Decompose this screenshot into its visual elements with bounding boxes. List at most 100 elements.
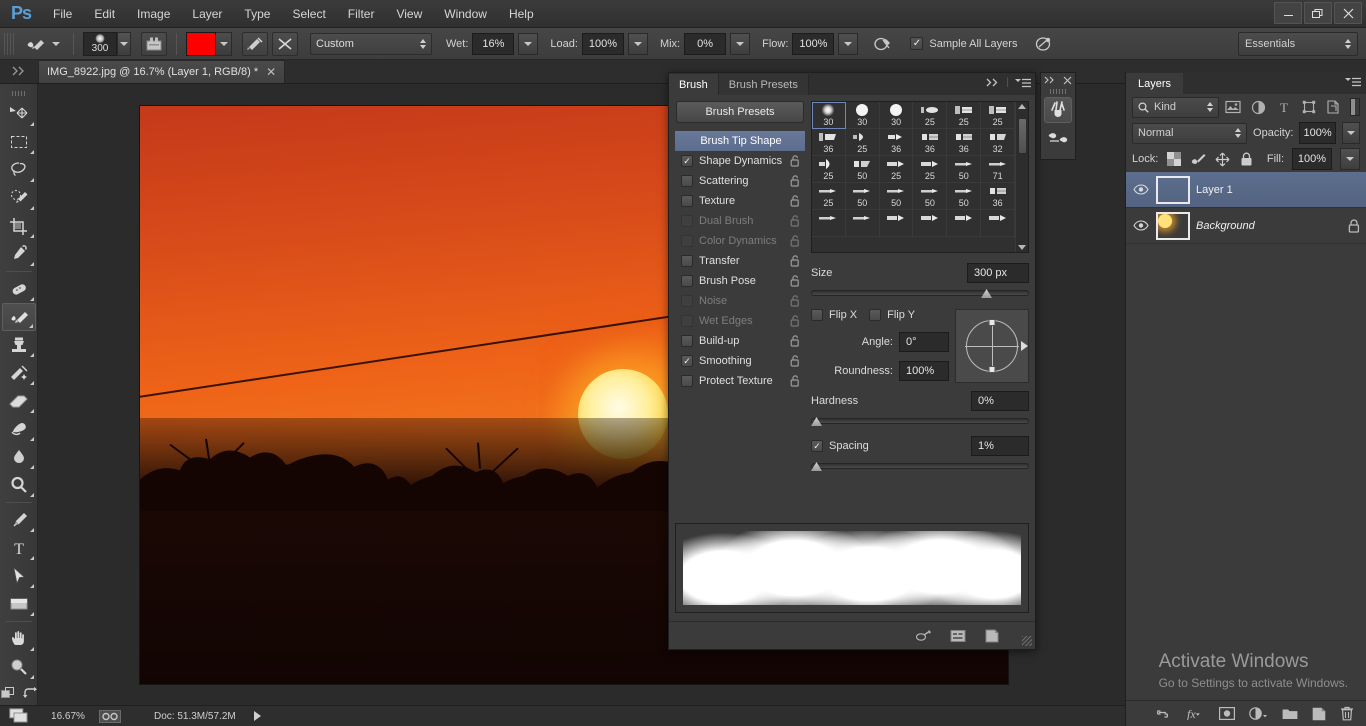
layer-style-fx-icon[interactable]: fx — [1185, 707, 1205, 720]
brush-tip-grid[interactable]: 30 30 30 25 25 25 36 25 36 36 36 32 25 5… — [812, 102, 1015, 252]
menu-image[interactable]: Image — [126, 0, 181, 28]
lock-open-icon[interactable] — [790, 295, 801, 307]
status-zoom-level[interactable]: 16.67% — [40, 711, 96, 722]
brush-tip-cell[interactable] — [913, 210, 948, 237]
sample-all-layers-checkbox[interactable]: ✓ — [910, 37, 924, 50]
mix-dropdown[interactable] — [730, 32, 751, 55]
brush-tip-cell[interactable]: 36 — [947, 129, 982, 156]
color-dynamics-checkbox[interactable] — [681, 235, 693, 247]
new-layer-icon[interactable] — [1312, 707, 1326, 721]
menu-select[interactable]: Select — [281, 0, 336, 28]
dual-brush-checkbox[interactable] — [681, 215, 693, 227]
size-slider[interactable] — [811, 287, 1029, 299]
brush-option-build-up[interactable]: Build-up — [675, 331, 805, 351]
roundness-handle-bottom[interactable] — [988, 366, 996, 373]
protect-texture-checkbox[interactable] — [681, 375, 693, 387]
document-tab[interactable]: IMG_8922.jpg @ 16.7% (Layer 1, RGB/8) * … — [38, 60, 286, 83]
brush-preview-size[interactable]: 300 — [83, 31, 117, 56]
brush-tip-grid-wrapper[interactable]: 30 30 30 25 25 25 36 25 36 36 36 32 25 5… — [811, 101, 1029, 253]
brush-option-wet-edges[interactable]: Wet Edges — [675, 311, 805, 331]
add-layer-mask-icon[interactable] — [1219, 707, 1235, 720]
hardness-slider[interactable] — [811, 415, 1029, 427]
menu-type[interactable]: Type — [233, 0, 281, 28]
airbrush-toggle-button[interactable] — [870, 32, 896, 56]
filter-type-layers-icon[interactable]: T — [1273, 97, 1294, 118]
hand-tool[interactable] — [2, 625, 36, 653]
brush-tip-cell[interactable]: 30 — [879, 102, 914, 129]
brush-option-texture[interactable]: Texture — [675, 191, 805, 211]
history-brush-tool[interactable] — [2, 359, 36, 387]
angle-roundness-control[interactable] — [955, 309, 1029, 383]
fill-dropdown[interactable] — [1340, 148, 1360, 170]
angle-arrow-icon[interactable] — [1021, 341, 1028, 351]
move-tool[interactable] — [2, 100, 36, 128]
brush-tip-cell[interactable]: 25 — [812, 156, 846, 183]
lock-transparent-pixels-icon[interactable] — [1166, 151, 1182, 167]
menu-window[interactable]: Window — [433, 0, 498, 28]
crop-tool[interactable] — [2, 212, 36, 240]
workspace-switcher[interactable]: Essentials — [1238, 32, 1358, 56]
brush-tip-cell[interactable]: 25 — [913, 156, 948, 183]
brush-dock-icon[interactable] — [1044, 125, 1072, 151]
close-button[interactable] — [1334, 2, 1362, 24]
brush-grid-scrollbar[interactable] — [1015, 102, 1028, 252]
lock-open-icon[interactable] — [790, 175, 801, 187]
brush-tip-cell[interactable]: 50 — [845, 183, 880, 210]
brush-option-shape-dynamics[interactable]: ✓ Shape Dynamics — [675, 151, 805, 171]
layer-visibility-eye-icon[interactable] — [1132, 220, 1150, 231]
edit-toolbar-icon[interactable] — [0, 687, 15, 701]
brush-option-dual-brush[interactable]: Dual Brush — [675, 211, 805, 231]
opacity-field[interactable]: 100% — [1299, 122, 1336, 144]
brush-option-noise[interactable]: Noise — [675, 291, 805, 311]
tab-brush[interactable]: Brush — [669, 74, 719, 95]
expand-dock-icon[interactable] — [1044, 76, 1056, 84]
lock-position-icon[interactable] — [1214, 151, 1230, 167]
lock-open-icon[interactable] — [790, 235, 801, 247]
brush-presets-button[interactable]: Brush Presets — [676, 101, 804, 123]
delete-layer-trash-icon[interactable] — [1340, 706, 1354, 721]
brush-option-brush-tip-shape[interactable]: Brush Tip Shape — [675, 131, 805, 151]
menu-view[interactable]: View — [385, 0, 433, 28]
mix-value-field[interactable]: 0% — [684, 32, 727, 55]
current-brush-load-swatch[interactable] — [186, 31, 216, 56]
dodge-tool[interactable] — [2, 471, 36, 499]
layers-panel-menu-icon[interactable] — [1345, 77, 1361, 87]
brush-tip-cell[interactable]: 25 — [913, 102, 948, 129]
layer-filter-kind-combo[interactable]: Kind — [1132, 96, 1219, 118]
lasso-tool[interactable] — [2, 156, 36, 184]
status-expand-arrow-icon[interactable] — [253, 711, 261, 721]
noise-checkbox[interactable] — [681, 295, 693, 307]
load-after-stroke-button[interactable] — [272, 31, 298, 56]
brush-option-transfer[interactable]: Transfer — [675, 251, 805, 271]
menu-filter[interactable]: Filter — [337, 0, 386, 28]
hardness-field[interactable]: 0% — [971, 391, 1029, 411]
load-brush-button[interactable] — [141, 31, 167, 56]
wet-dropdown[interactable] — [518, 32, 539, 55]
menu-edit[interactable]: Edit — [83, 0, 126, 28]
menu-help[interactable]: Help — [498, 0, 545, 28]
link-layers-icon[interactable] — [1154, 708, 1171, 720]
brush-panel[interactable]: Brush Brush Presets | Brush Presets Brus… — [668, 72, 1036, 650]
filter-enable-toggle[interactable] — [1350, 98, 1361, 116]
minimize-button[interactable] — [1274, 2, 1302, 24]
brush-tip-cell[interactable]: 25 — [981, 102, 1015, 129]
filter-adjustment-layers-icon[interactable] — [1248, 97, 1269, 118]
tools-panel-grip[interactable] — [0, 88, 37, 98]
brush-tip-cell[interactable]: 36 — [981, 183, 1015, 210]
clean-brush-button[interactable] — [242, 31, 268, 56]
brush-tip-cell[interactable]: 25 — [879, 156, 914, 183]
blur-tool[interactable] — [2, 443, 36, 471]
menu-layer[interactable]: Layer — [181, 0, 233, 28]
layer-name[interactable]: Background — [1196, 220, 1255, 232]
texture-checkbox[interactable] — [681, 195, 693, 207]
eyedropper-tool[interactable] — [2, 240, 36, 268]
lock-open-icon[interactable] — [790, 335, 801, 347]
swap-colors-icon[interactable] — [22, 687, 37, 701]
open-preset-manager-icon[interactable] — [949, 627, 967, 645]
tab-layers[interactable]: Layers — [1126, 73, 1184, 94]
options-bar-grip[interactable] — [4, 32, 14, 55]
wet-edges-checkbox[interactable] — [681, 315, 693, 327]
brush-option-protect-texture[interactable]: Protect Texture — [675, 371, 805, 391]
zoom-tool[interactable] — [2, 653, 36, 681]
quick-selection-tool[interactable] — [2, 184, 36, 212]
